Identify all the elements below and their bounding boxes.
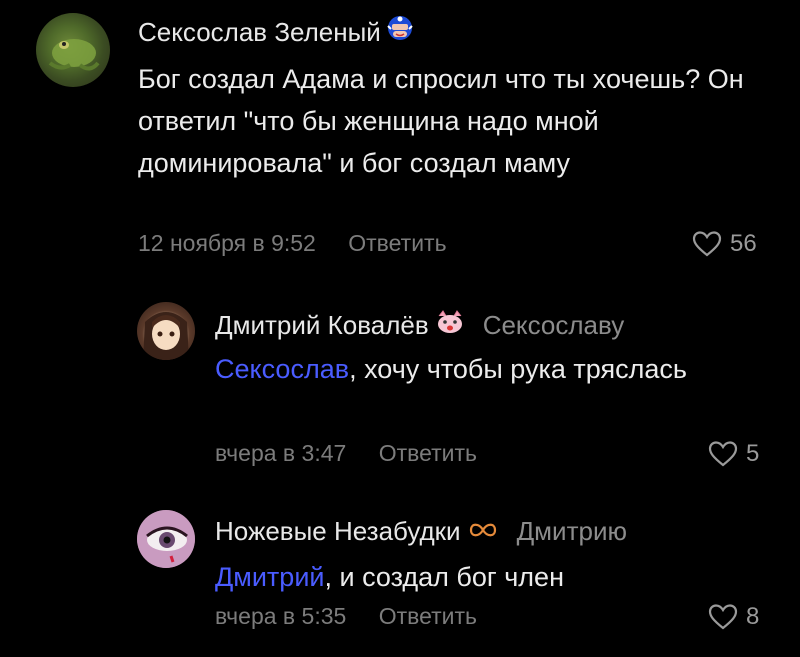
comment-text-body: , хочу чтобы рука тряслась bbox=[349, 354, 687, 384]
reply-to-label[interactable]: Сексославу bbox=[483, 310, 625, 341]
like-count: 8 bbox=[746, 603, 760, 630]
comment-date: 12 ноября в 9:52 bbox=[138, 230, 316, 256]
like-button[interactable]: 8 bbox=[708, 603, 759, 631]
author-line: Ножевые Незабудки Дмитрию bbox=[215, 516, 627, 547]
comment-text-body: , и создал бог член bbox=[324, 562, 564, 592]
comment-text: Бог создал Адама и спросил что ты хочешь… bbox=[138, 64, 744, 178]
reply-button[interactable]: Ответить bbox=[379, 440, 477, 466]
comment-meta: 12 ноября в 9:52 Ответить bbox=[138, 230, 447, 257]
like-count: 56 bbox=[730, 230, 757, 257]
cat-face-badge-icon bbox=[435, 310, 465, 341]
captain-america-badge-icon bbox=[387, 14, 413, 51]
comment-date: вчера в 5:35 bbox=[215, 603, 347, 629]
avatar[interactable] bbox=[137, 510, 195, 568]
avatar[interactable] bbox=[137, 302, 195, 360]
author-name[interactable]: Ножевые Незабудки bbox=[215, 516, 461, 547]
comment-meta: вчера в 3:47 Ответить bbox=[215, 440, 477, 467]
like-button[interactable]: 56 bbox=[692, 230, 757, 258]
eye-closeup-avatar-icon bbox=[137, 510, 195, 568]
heart-icon bbox=[692, 231, 722, 257]
comment-date: вчера в 3:47 bbox=[215, 440, 347, 466]
mention-link[interactable]: Сексослав bbox=[215, 354, 349, 384]
author-name[interactable]: Сексослав Зеленый bbox=[138, 17, 381, 48]
reply-to-label[interactable]: Дмитрию bbox=[517, 516, 627, 547]
mention-link[interactable]: Дмитрий bbox=[215, 562, 324, 592]
comment-text: Дмитрий, и создал бог член bbox=[215, 556, 755, 598]
reply-button[interactable]: Ответить bbox=[379, 603, 477, 629]
anime-girl-avatar-icon bbox=[143, 312, 189, 360]
author-line: Сексослав Зеленый bbox=[138, 14, 413, 51]
comment-meta: вчера в 5:35 Ответить bbox=[215, 603, 477, 630]
author-name[interactable]: Дмитрий Ковалёв bbox=[215, 310, 429, 341]
like-count: 5 bbox=[746, 440, 760, 467]
like-button[interactable]: 5 bbox=[708, 440, 759, 468]
heart-icon bbox=[708, 441, 738, 467]
avatar[interactable] bbox=[36, 13, 110, 87]
infinity-badge-icon bbox=[467, 516, 499, 547]
author-line: Дмитрий Ковалёв Сексославу bbox=[215, 310, 624, 341]
frog-avatar-icon bbox=[48, 39, 100, 71]
heart-icon bbox=[708, 604, 738, 630]
reply-button[interactable]: Ответить bbox=[348, 230, 446, 256]
comment-text: Сексослав, хочу чтобы рука тряслась bbox=[215, 348, 755, 390]
